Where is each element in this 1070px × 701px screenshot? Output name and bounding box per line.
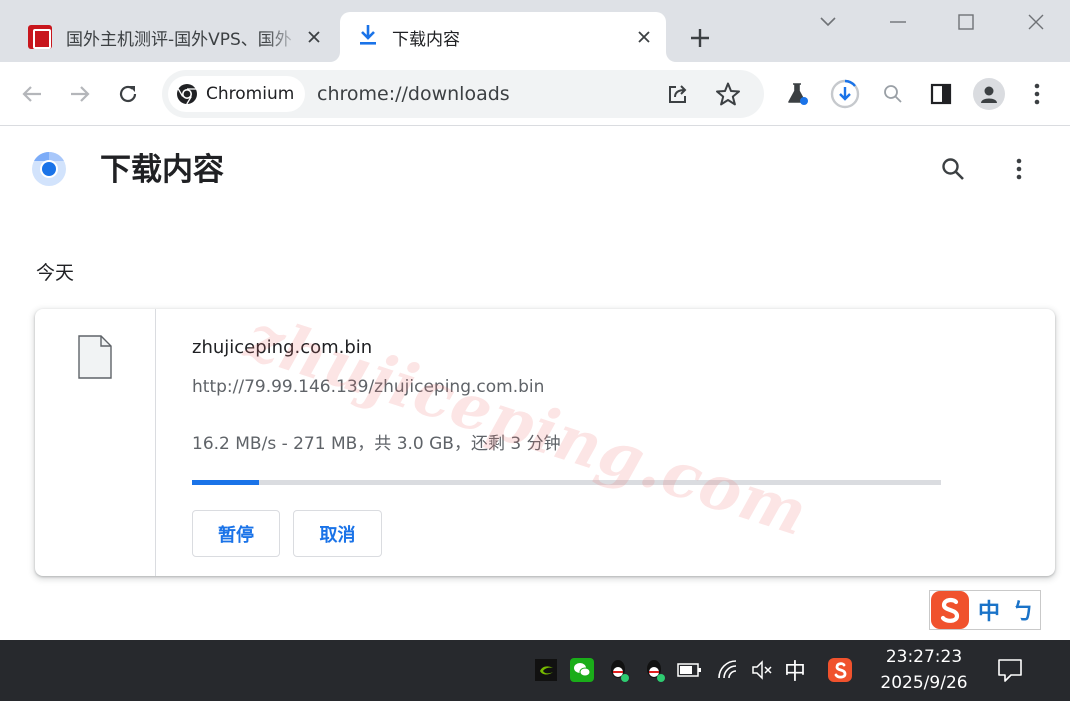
system-clock[interactable]: 23:27:23 2025/9/26 bbox=[870, 644, 978, 696]
nvidia-icon[interactable] bbox=[532, 656, 560, 684]
notification-center-icon[interactable] bbox=[996, 656, 1024, 684]
back-arrow-icon[interactable] bbox=[16, 78, 48, 110]
site-chip[interactable]: Chromium bbox=[168, 76, 305, 112]
section-date: 今天 bbox=[36, 262, 75, 284]
more-options-kebab-icon[interactable] bbox=[1002, 152, 1036, 186]
download-icon bbox=[358, 24, 378, 51]
labs-flask-icon[interactable] bbox=[780, 77, 814, 111]
ime-language-indicator[interactable]: 中 bbox=[978, 594, 1000, 626]
pause-button[interactable]: 暂停 bbox=[192, 510, 280, 557]
chromium-logo-icon bbox=[177, 84, 197, 105]
site-chip-label: Chromium bbox=[206, 84, 295, 104]
forward-arrow-icon[interactable] bbox=[64, 78, 96, 110]
tab-strip: 国外主机测评-国外VPS、国外 下载内容 bbox=[0, 0, 1070, 62]
download-progress-fill bbox=[192, 480, 260, 485]
qq-icon[interactable] bbox=[604, 656, 632, 684]
address-bar[interactable]: Chromium chrome://downloads bbox=[162, 70, 764, 118]
minimize-icon[interactable] bbox=[884, 8, 912, 36]
ime-punctuation-indicator[interactable]: ㄅ bbox=[1012, 594, 1034, 626]
cancel-button[interactable]: 取消 bbox=[293, 510, 382, 557]
new-tab-plus-icon[interactable] bbox=[686, 24, 714, 52]
tab-downloads[interactable]: 下载内容 bbox=[340, 12, 666, 62]
bookmark-star-icon[interactable] bbox=[714, 80, 742, 108]
profile-avatar-icon[interactable] bbox=[972, 77, 1006, 111]
share-icon[interactable] bbox=[664, 80, 692, 108]
clock-date: 2025/9/26 bbox=[880, 673, 968, 693]
download-progress-bar bbox=[192, 480, 941, 485]
reload-icon[interactable] bbox=[112, 78, 144, 110]
clock-time: 23:27:23 bbox=[885, 647, 963, 667]
tab-zhujiceping[interactable]: 国外主机测评-国外VPS、国外 bbox=[14, 12, 336, 62]
tab-search-chevron-down-icon[interactable] bbox=[814, 8, 842, 36]
maximize-icon[interactable] bbox=[952, 8, 980, 36]
tab-title: 国外主机测评-国外VPS、国外 bbox=[66, 29, 292, 50]
sogou-logo-icon bbox=[931, 591, 969, 629]
tab-title: 下载内容 bbox=[392, 29, 460, 50]
search-icon[interactable] bbox=[936, 152, 970, 186]
file-icon bbox=[78, 335, 112, 379]
menu-kebab-icon[interactable] bbox=[1020, 77, 1054, 111]
qq-icon-2[interactable] bbox=[640, 656, 668, 684]
card-divider bbox=[155, 309, 156, 576]
wechat-icon[interactable] bbox=[568, 656, 596, 684]
page-title: 下载内容 bbox=[100, 152, 224, 188]
sogou-ime-status-bar[interactable]: 中 ㄅ bbox=[929, 590, 1041, 630]
volume-muted-icon[interactable] bbox=[748, 656, 776, 684]
window-close-icon[interactable] bbox=[1022, 8, 1050, 36]
close-icon[interactable] bbox=[300, 23, 328, 51]
windows-taskbar: 中 23:27:23 2025/9/26 bbox=[0, 640, 1070, 701]
download-progress-icon[interactable] bbox=[828, 77, 862, 111]
side-panel-icon[interactable] bbox=[924, 77, 958, 111]
battery-icon[interactable] bbox=[676, 656, 704, 684]
zoom-search-icon[interactable] bbox=[876, 77, 910, 111]
site-favicon-icon bbox=[28, 25, 52, 49]
url-text[interactable]: chrome://downloads bbox=[317, 70, 510, 118]
close-icon[interactable] bbox=[630, 23, 658, 51]
wifi-icon[interactable] bbox=[714, 656, 742, 684]
browser-toolbar: Chromium chrome://downloads bbox=[0, 62, 1070, 126]
chromium-logo-icon bbox=[32, 152, 66, 186]
sogou-tray-icon[interactable] bbox=[826, 656, 854, 684]
input-language-indicator[interactable]: 中 bbox=[784, 654, 806, 686]
